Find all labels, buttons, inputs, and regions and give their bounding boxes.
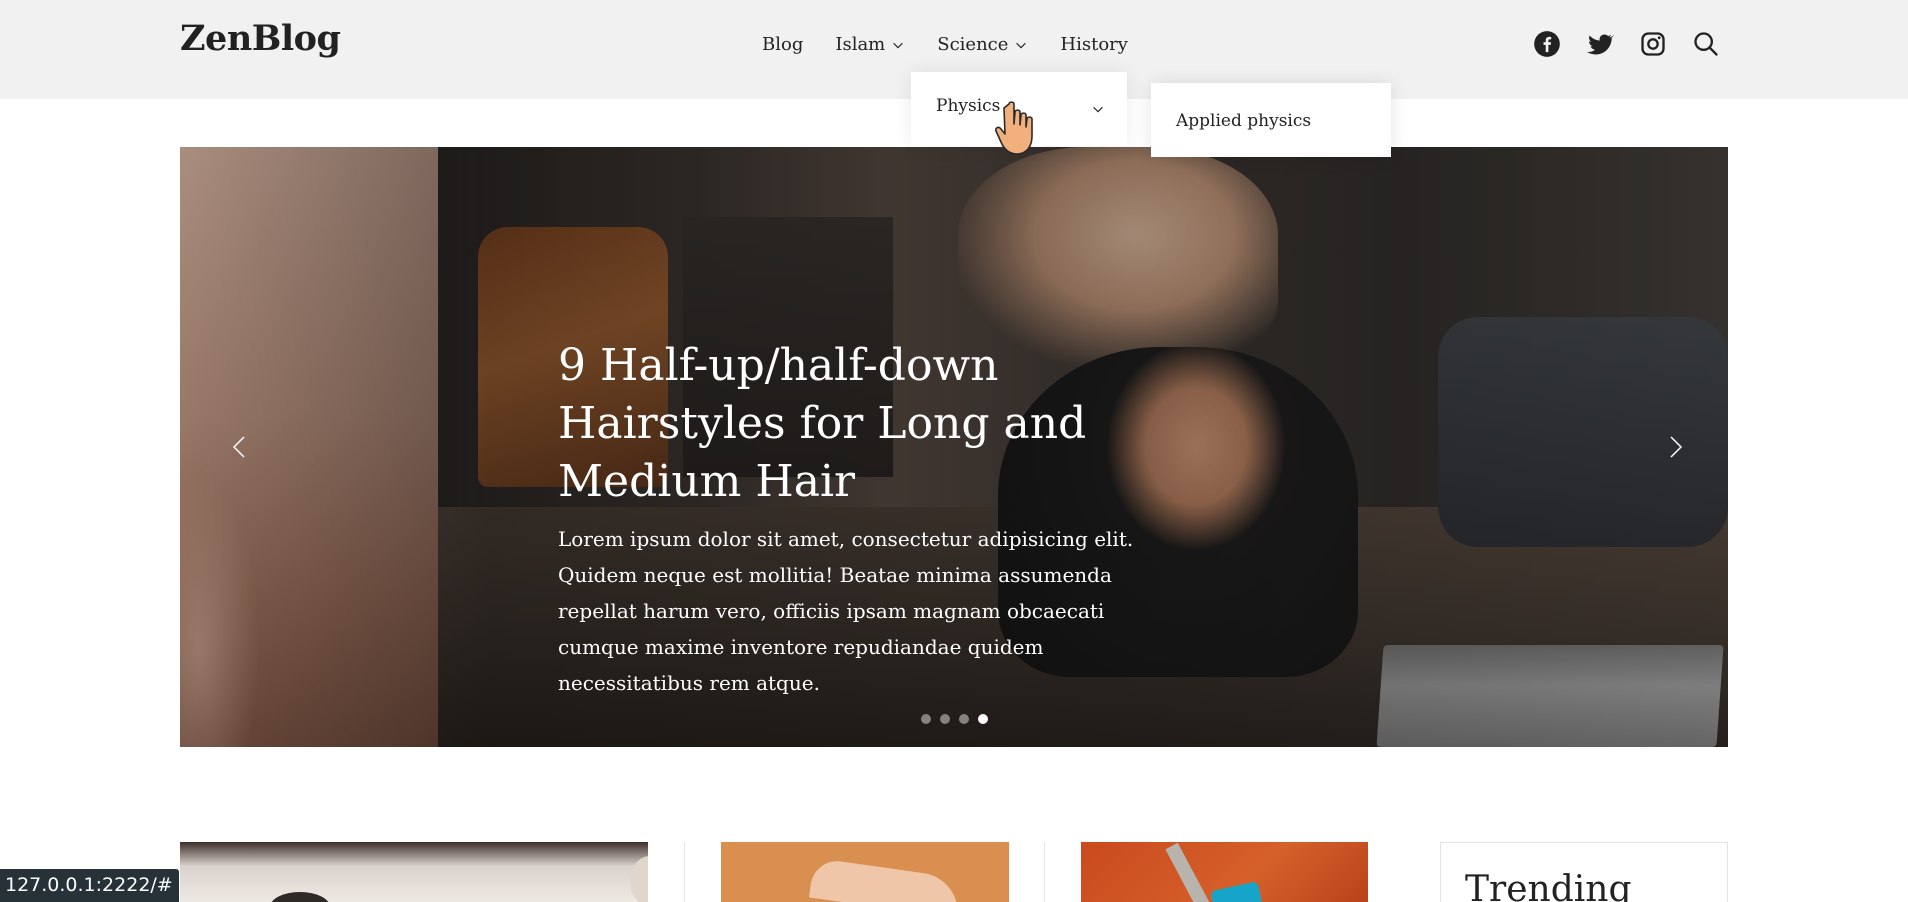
divider: [684, 842, 685, 902]
twitter-icon[interactable]: [1586, 30, 1614, 58]
slider-next-button[interactable]: [1660, 432, 1690, 462]
slider-pagination: [921, 714, 997, 724]
submenu-item-applied-physics[interactable]: Applied physics: [1176, 111, 1311, 131]
hero-title[interactable]: 9 Half-up/half-down Hairstyles for Long …: [558, 337, 1118, 511]
facebook-icon[interactable]: [1533, 30, 1561, 58]
slider-dot[interactable]: [959, 714, 969, 724]
nav-item-science[interactable]: Science: [937, 34, 1028, 55]
nav-item-islam[interactable]: Islam: [835, 34, 905, 55]
chevron-down-icon: [1016, 42, 1027, 48]
post-card-image[interactable]: [1081, 842, 1368, 902]
post-card-image[interactable]: [180, 842, 648, 902]
slider-prev-button[interactable]: [225, 432, 255, 462]
physics-submenu: Applied physics: [1151, 83, 1391, 157]
hero-excerpt: Lorem ipsum dolor sit amet, consectetur …: [558, 527, 1134, 695]
slider-dot[interactable]: [921, 714, 931, 724]
slider-dot-active[interactable]: [978, 714, 988, 724]
main-nav: Blog Islam Science History: [762, 34, 1160, 55]
search-icon[interactable]: [1692, 30, 1720, 58]
nav-item-label: History: [1060, 34, 1128, 55]
hero-slider: 9 Half-up/half-down Hairstyles for Long …: [180, 147, 1728, 747]
chevron-down-icon: [893, 42, 904, 48]
dropdown-item-physics[interactable]: Physics: [936, 96, 1000, 116]
divider: [1044, 842, 1045, 902]
chevron-down-icon: [1093, 106, 1103, 113]
trending-title: Trending: [1465, 869, 1632, 902]
site-logo[interactable]: ZenBlog: [180, 18, 341, 59]
nav-item-blog[interactable]: Blog: [762, 34, 803, 55]
nav-item-label: Blog: [762, 34, 804, 55]
instagram-icon[interactable]: [1639, 30, 1667, 58]
trending-widget: Trending: [1440, 842, 1728, 902]
status-url: 127.0.0.1:2222/#: [0, 869, 179, 902]
hand-cursor-icon: [995, 101, 1033, 155]
nav-item-label: Science: [937, 34, 1009, 55]
slider-dot[interactable]: [940, 714, 950, 724]
post-card-image[interactable]: [721, 842, 1009, 902]
social-links: [1508, 30, 1720, 58]
nav-item-label: Islam: [835, 34, 886, 55]
nav-item-history[interactable]: History: [1060, 34, 1128, 55]
